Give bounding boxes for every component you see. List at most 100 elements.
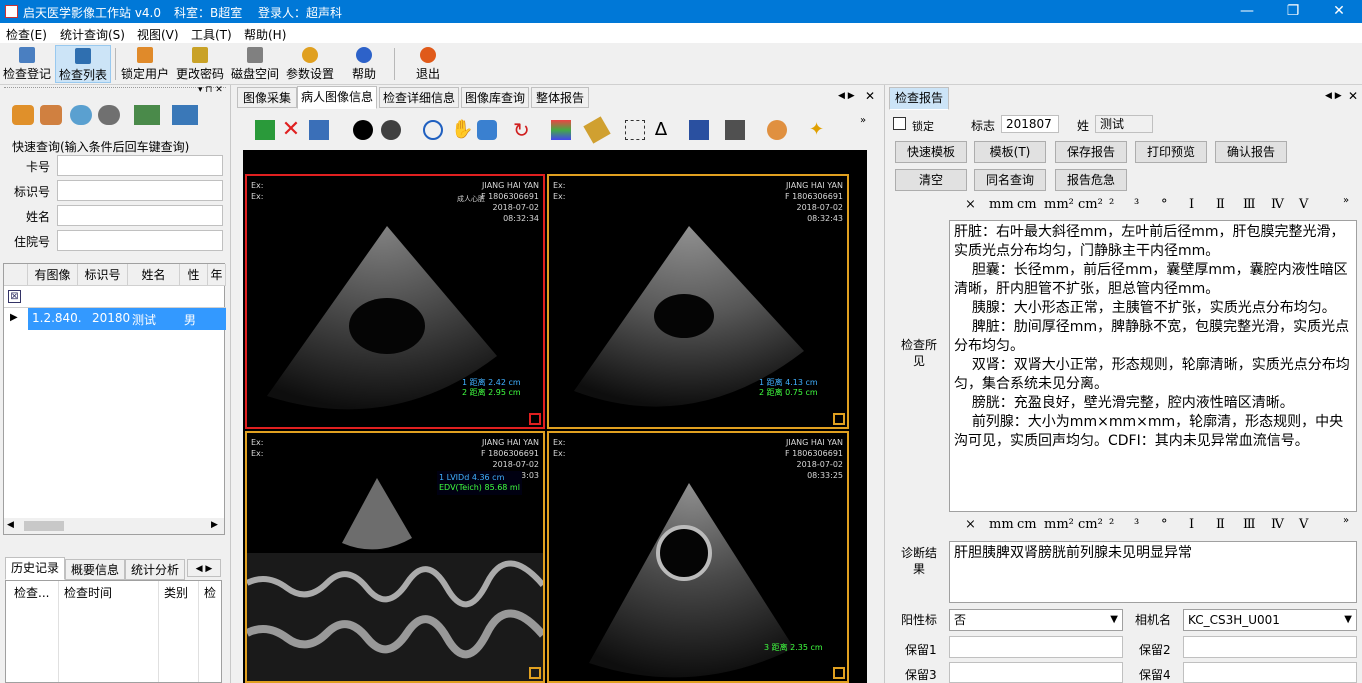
save-report-button[interactable]: 保存报告 (1055, 141, 1127, 163)
confirm-report-button[interactable]: 确认报告 (1215, 141, 1287, 163)
menu-tools[interactable]: 工具(T) (191, 26, 232, 43)
sym-times[interactable]: × (965, 197, 976, 212)
col-id[interactable]: 标识号 (78, 264, 128, 286)
quick-template-button[interactable]: 快速模板 (895, 141, 967, 163)
reserve3-input[interactable] (949, 662, 1123, 683)
template-button[interactable]: 模板(T) (974, 141, 1046, 163)
print-preview-button[interactable]: 打印预览 (1135, 141, 1207, 163)
col-name[interactable]: 姓名 (128, 264, 180, 286)
lock-user-button[interactable]: 锁定用户 (119, 45, 171, 83)
tools-icon[interactable] (40, 105, 62, 125)
sym-cube[interactable]: ³ (1134, 197, 1139, 212)
exit-button[interactable]: 退出 (410, 45, 446, 83)
col-sex[interactable]: 性 (180, 264, 208, 286)
col-exam-time[interactable]: 检查时间 (64, 584, 112, 601)
brightness-icon[interactable] (381, 120, 401, 140)
critical-report-button[interactable]: 报告危急 (1055, 169, 1127, 191)
speaker-icon[interactable] (98, 105, 120, 125)
sym-roman-2[interactable]: Ⅱ (1216, 197, 1225, 212)
tab-summary[interactable]: 概要信息 (65, 559, 125, 580)
menu-help[interactable]: 帮助(H) (244, 26, 286, 43)
sym-roman-3[interactable]: Ⅲ (1243, 197, 1256, 212)
brush-icon[interactable] (12, 105, 34, 125)
users-icon[interactable] (70, 105, 92, 125)
sym-mm[interactable]: mm (989, 197, 1014, 212)
magnifier-icon[interactable] (477, 120, 497, 140)
lock-checkbox[interactable] (893, 117, 906, 130)
machine-select[interactable]: KC_CS3H_U001 ▼ (1183, 609, 1357, 631)
menu-stats[interactable]: 统计查询(S) (60, 26, 125, 43)
col-age[interactable]: 年 (208, 264, 226, 286)
report-tab-arrows[interactable]: ◀ ▶ (1325, 91, 1342, 101)
viewport-1[interactable]: Ex: Ex: JIANG HAI YAN F 1806306691 2018-07-… (245, 174, 545, 429)
sym-cm[interactable]: cm (1017, 197, 1037, 212)
tab-patient-images[interactable]: 病人图像信息 (297, 86, 377, 109)
col-has-image[interactable]: 有图像 (28, 264, 78, 286)
change-password-button[interactable]: 更改密码 (174, 45, 226, 83)
save-image-icon[interactable] (689, 120, 709, 140)
sym-cm2[interactable]: cm² (1078, 197, 1103, 212)
layout-grid-icon[interactable] (309, 120, 329, 140)
cine-icon[interactable] (767, 120, 787, 140)
reserve2-input[interactable] (1183, 636, 1357, 658)
magic-wand-icon[interactable]: ✦ (809, 120, 829, 140)
select-rect-icon[interactable] (625, 120, 645, 140)
same-name-query-button[interactable]: 同名查询 (974, 169, 1046, 191)
sym-roman-4[interactable]: Ⅳ (1271, 197, 1284, 212)
exam-list-button[interactable]: 检查列表 (55, 45, 111, 83)
sym-mm2[interactable]: mm² (1044, 197, 1074, 212)
clear-button[interactable]: 清空 (895, 169, 967, 191)
menu-view[interactable]: 视图(V) (137, 26, 179, 43)
findings-textarea[interactable]: 肝脏：右叶最大斜径mm，左叶前后径mm，肝包膜完整光滑，实质光点分布均匀，门静脉… (949, 220, 1357, 512)
tab-exam-report[interactable]: 检查报告 (889, 87, 949, 110)
tab-image-capture[interactable]: 图像采集 (237, 87, 297, 108)
menu-exam[interactable]: 检查(E) (6, 26, 47, 43)
horizontal-scrollbar[interactable]: ◀ ▶ (4, 518, 224, 534)
reserve1-input[interactable] (949, 636, 1123, 658)
col-category[interactable]: 类别 (164, 584, 188, 601)
tab-nav-arrows[interactable]: ◀ ▶ (838, 91, 855, 101)
contrast-icon[interactable] (353, 120, 373, 140)
name-input[interactable] (57, 205, 223, 226)
flag-field[interactable]: 201807 (1001, 115, 1059, 133)
viewport-3[interactable]: Ex: Ex: JIANG HAI YAN F 1806306691 2018-07-… (245, 431, 545, 683)
restore-icon[interactable]: ❐ (1270, 0, 1316, 23)
help-button[interactable]: 帮助 (345, 45, 383, 83)
tab-image-library[interactable]: 图像库查询 (461, 87, 529, 108)
sym-roman-1[interactable]: Ⅰ (1189, 197, 1194, 212)
col-more[interactable]: 检 (204, 584, 216, 601)
report-close-icon[interactable]: ✕ (1348, 89, 1358, 103)
inpatient-input[interactable] (57, 230, 223, 251)
ruler-icon[interactable] (583, 116, 611, 144)
col-exam[interactable]: 检查... (14, 584, 49, 601)
color-map-icon[interactable] (551, 120, 571, 140)
sym-roman-5[interactable]: Ⅴ (1299, 197, 1308, 212)
viewport-4[interactable]: Ex: Ex: JIANG HAI YAN F 1806306691 2018-07-… (547, 431, 849, 683)
table-row[interactable]: ▶ 1.2.840. 20180 测试 男 (4, 308, 226, 330)
sync-icon[interactable] (172, 105, 198, 125)
accept-icon[interactable] (255, 120, 275, 140)
minimize-icon[interactable]: — (1224, 0, 1270, 23)
card-input[interactable] (57, 155, 223, 176)
viewport-2[interactable]: Ex: Ex: JIANG HAI YAN F 1806306691 2018-07-… (547, 174, 849, 429)
tab-exam-details[interactable]: 检查详细信息 (379, 87, 459, 108)
zoom-icon[interactable] (423, 120, 443, 140)
center-close-icon[interactable]: ✕ (865, 89, 875, 103)
tab-statistics[interactable]: 统计分析 (125, 559, 185, 580)
filter-icon[interactable]: ⊠ (8, 290, 21, 303)
transfer-icon[interactable] (134, 105, 160, 125)
print-image-icon[interactable] (725, 120, 745, 140)
surname-field[interactable]: 测试 (1095, 115, 1153, 133)
rotate-icon[interactable]: ↻ (513, 120, 533, 140)
close-icon[interactable]: ✕ (1316, 0, 1362, 23)
reject-icon[interactable]: ✕ (281, 119, 301, 141)
pan-hand-icon[interactable]: ✋ (451, 120, 473, 140)
angle-icon[interactable]: ∆ (655, 120, 675, 140)
sym-degree[interactable]: ° (1161, 197, 1168, 212)
sym-sq[interactable]: ² (1109, 197, 1114, 212)
register-button[interactable]: 检查登记 (1, 45, 53, 83)
diagnosis-textarea[interactable]: 肝胆胰脾双肾膀胱前列腺未见明显异常 (949, 541, 1357, 603)
pin-icon[interactable]: ▾ ⊓ ✕ (198, 85, 223, 95)
disk-space-button[interactable]: 磁盘空间 (229, 45, 281, 83)
filter-row[interactable]: ⊠ (4, 286, 226, 308)
